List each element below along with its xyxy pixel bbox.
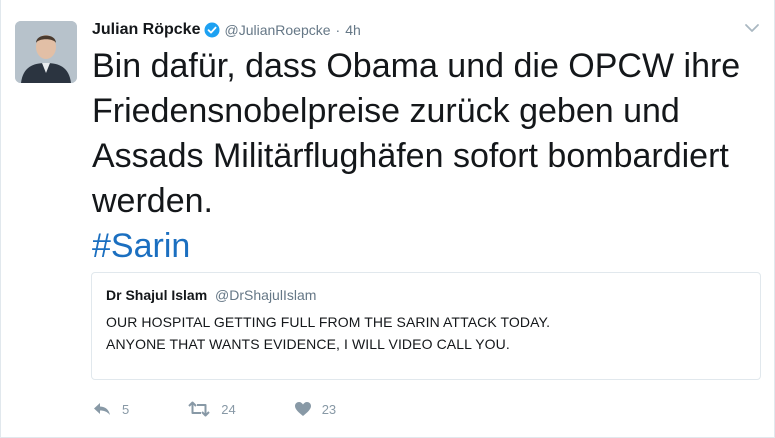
display-name[interactable]: Julian Röpcke	[92, 21, 200, 39]
action-bar: 5 24 23	[92, 398, 394, 420]
tweet-text: Bin dafür, dass Obama und die OPCW ihre …	[92, 44, 752, 269]
timestamp[interactable]: 4h	[345, 22, 361, 38]
like-icon	[294, 402, 311, 416]
tweet-card[interactable]: Julian Röpcke @JulianRoepcke · 4h Bin da…	[0, 0, 775, 438]
reply-count: 5	[122, 401, 130, 417]
like-button[interactable]: 23	[294, 401, 336, 417]
user-handle[interactable]: @JulianRoepcke	[224, 22, 330, 38]
like-count: 23	[321, 401, 337, 417]
separator-dot: ·	[335, 22, 341, 38]
chevron-down-icon[interactable]	[744, 22, 760, 34]
retweet-count: 24	[221, 401, 236, 417]
quoted-tweet-header: Dr Shajul Islam @DrShajulIslam	[106, 287, 746, 303]
quoted-tweet[interactable]: Dr Shajul Islam @DrShajulIslam OUR HOSPI…	[91, 272, 761, 380]
reply-button[interactable]: 5	[92, 401, 129, 417]
avatar[interactable]	[15, 21, 77, 83]
verified-icon	[204, 22, 220, 38]
tweet-body: Bin dafür, dass Obama und die OPCW ihre …	[92, 47, 741, 220]
quoted-text-line: OUR HOSPITAL GETTING FULL FROM THE SARIN…	[106, 314, 551, 330]
reply-icon	[94, 403, 110, 415]
quoted-display-name: Dr Shajul Islam	[106, 287, 208, 303]
avatar-image	[15, 21, 77, 83]
retweet-button[interactable]: 24	[187, 401, 236, 417]
quoted-text-line: ANYONE THAT WANTS EVIDENCE, I WILL VIDEO…	[106, 336, 510, 352]
retweet-icon	[188, 401, 210, 417]
quoted-tweet-text: OUR HOSPITAL GETTING FULL FROM THE SARIN…	[106, 311, 746, 355]
hashtag-link[interactable]: #Sarin	[92, 224, 752, 269]
tweet-header: Julian Röpcke @JulianRoepcke · 4h	[92, 18, 361, 42]
quoted-user-handle: @DrShajulIslam	[215, 287, 317, 303]
